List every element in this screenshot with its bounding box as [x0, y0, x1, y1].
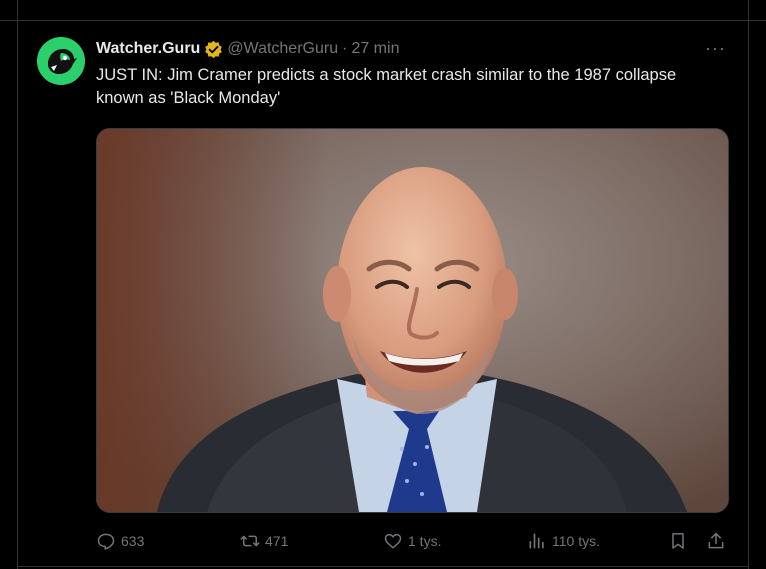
author-name[interactable]: Watcher.Guru: [96, 40, 200, 58]
timeline-border-right: [748, 0, 749, 569]
bookmark-button[interactable]: [668, 529, 693, 553]
reply-button[interactable]: 633: [96, 529, 144, 553]
separator-dot: ·: [342, 40, 348, 57]
like-button[interactable]: 1 tys.: [383, 529, 441, 553]
author-handle[interactable]: @WatcherGuru: [227, 40, 338, 58]
reply-icon: [97, 533, 115, 550]
tweet-header: Watcher.Guru @WatcherGuru · 27 min: [96, 38, 399, 60]
like-count: 1 tys.: [408, 533, 442, 549]
repost-button[interactable]: 471: [240, 529, 288, 553]
more-options-icon[interactable]: ···: [705, 38, 726, 59]
watcher-guru-logo-icon: [37, 37, 85, 85]
tweet-timestamp[interactable]: 27 min: [351, 40, 399, 58]
repost-icon: [240, 535, 260, 547]
timeline-border-left: [17, 0, 18, 569]
tweet-actions-bar: 633 471 1 tys. 110 tys.: [96, 529, 736, 553]
timeline-border-bottom: [17, 566, 749, 567]
views-icon: [529, 533, 544, 549]
share-icon: [708, 532, 724, 549]
previous-tweet-actions-strip: [0, 0, 766, 21]
photo-of-man-in-suit: [97, 129, 728, 512]
like-icon: [384, 533, 402, 549]
verified-badge-icon: [205, 40, 223, 58]
bookmark-icon: [672, 533, 684, 549]
share-button[interactable]: [706, 529, 731, 553]
author-avatar[interactable]: [37, 37, 85, 85]
tweet-photo[interactable]: [96, 128, 729, 513]
views-button[interactable]: 110 tys.: [527, 529, 600, 553]
views-count: 110 tys.: [552, 533, 600, 549]
repost-count: 471: [265, 533, 289, 549]
tweet-text: JUST IN: Jim Cramer predicts a stock mar…: [96, 66, 677, 107]
reply-count: 633: [121, 533, 145, 549]
